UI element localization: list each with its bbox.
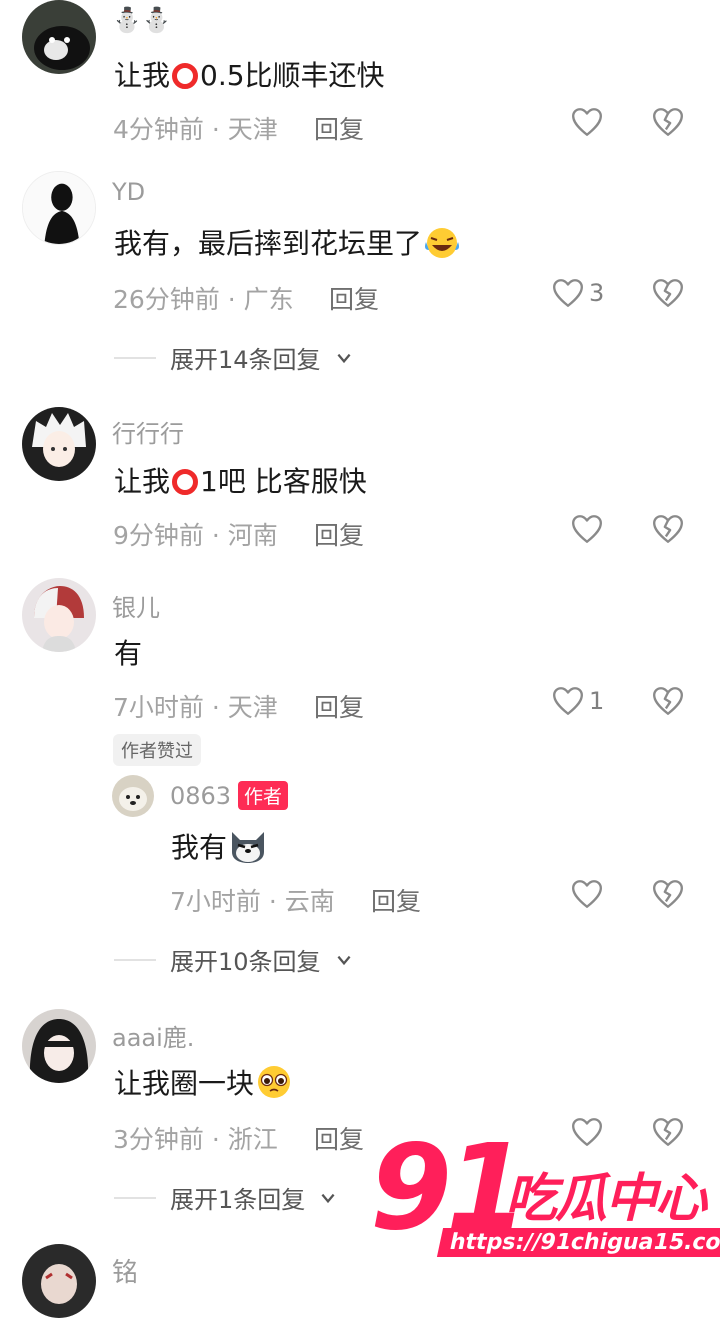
avatar[interactable] (22, 0, 96, 74)
avatar[interactable] (112, 775, 154, 817)
comment-meta: 9分钟前 · 河南 (113, 521, 278, 550)
avatar[interactable] (22, 171, 96, 245)
author-liked-badge: 作者赞过 (113, 734, 201, 766)
avatar[interactable] (22, 407, 96, 481)
comment-meta: 4分钟前 · 天津 (113, 115, 278, 144)
like-button[interactable] (570, 512, 608, 546)
divider (114, 1196, 156, 1199)
comment-text: 有 (114, 637, 143, 670)
like-count: 1 (589, 687, 605, 715)
expand-replies[interactable]: 展开10条回复 (114, 942, 353, 977)
broken-heart-icon (651, 276, 685, 310)
comment-text: 我有，最后摔到花坛里了 (114, 222, 462, 262)
reply-meta: 7小时前 · 云南 (170, 887, 335, 916)
comment-text: 让我 0.5比顺丰还快 (114, 59, 385, 92)
reply-button[interactable]: 回复 (371, 882, 421, 918)
avatar[interactable] (22, 578, 96, 652)
comment-text: 让我圈一块 (114, 1062, 294, 1102)
red-circle-emoji (172, 469, 199, 495)
heart-icon (551, 684, 585, 718)
broken-heart-icon (651, 512, 685, 546)
username[interactable]: ⛄⛄ (112, 6, 172, 34)
reply-button[interactable]: 回复 (314, 110, 364, 146)
like-button[interactable]: 3 (551, 276, 604, 310)
username[interactable]: 铭 (112, 1252, 138, 1289)
like-button[interactable]: 1 (551, 684, 604, 718)
like-button[interactable] (570, 877, 604, 911)
dislike-button[interactable] (651, 877, 685, 915)
chevron-down-icon (335, 951, 353, 969)
heart-icon (570, 877, 604, 911)
author-badge: 作者 (238, 781, 289, 810)
username[interactable]: 行行行 (112, 414, 184, 449)
husky-emoji (232, 832, 265, 863)
red-circle-emoji (172, 63, 199, 89)
like-count: 3 (589, 279, 605, 307)
watermark-name: 吃瓜中心 (505, 1169, 707, 1229)
dislike-button[interactable] (651, 684, 685, 722)
dislike-button[interactable] (651, 512, 685, 550)
expand-replies[interactable]: 展开1条回复 (114, 1180, 337, 1215)
reply-button[interactable]: 回复 (314, 1120, 364, 1156)
reply-button[interactable]: 回复 (314, 688, 364, 724)
heart-icon (570, 512, 604, 546)
broken-heart-icon (651, 877, 685, 911)
pleading-face-emoji (258, 1066, 291, 1098)
expand-replies[interactable]: 展开14条回复 (114, 340, 353, 375)
dislike-button[interactable] (651, 105, 685, 143)
username[interactable]: 0863 (170, 782, 231, 810)
reply-button[interactable]: 回复 (329, 280, 379, 316)
watermark-url: https://91chigua15.com (436, 1228, 720, 1257)
chevron-down-icon (335, 349, 353, 367)
username[interactable]: aaai鹿. (112, 1018, 194, 1053)
username[interactable]: 银儿 (112, 588, 160, 623)
heart-icon (551, 276, 585, 310)
chevron-down-icon (319, 1189, 337, 1207)
dislike-button[interactable] (651, 276, 685, 314)
username[interactable]: YD (112, 178, 145, 206)
divider (114, 356, 156, 359)
comment-meta: 3分钟前 · 浙江 (113, 1125, 278, 1154)
laughing-crying-emoji (425, 228, 460, 258)
reply-button[interactable]: 回复 (314, 516, 364, 552)
like-button[interactable] (570, 105, 608, 139)
broken-heart-icon (651, 684, 685, 718)
comment-meta: 26分钟前 · 广东 (113, 285, 294, 314)
avatar[interactable] (22, 1244, 96, 1318)
avatar[interactable] (22, 1009, 96, 1083)
broken-heart-icon (651, 105, 685, 139)
comment-text: 让我 1吧 比客服快 (114, 465, 367, 498)
watermark: 91 吃瓜中心 https://91chigua15.com (370, 1128, 720, 1268)
divider (114, 958, 156, 961)
comment-meta: 7小时前 · 天津 (113, 693, 278, 722)
heart-icon (570, 105, 604, 139)
reply-text: 我有 (171, 826, 269, 866)
